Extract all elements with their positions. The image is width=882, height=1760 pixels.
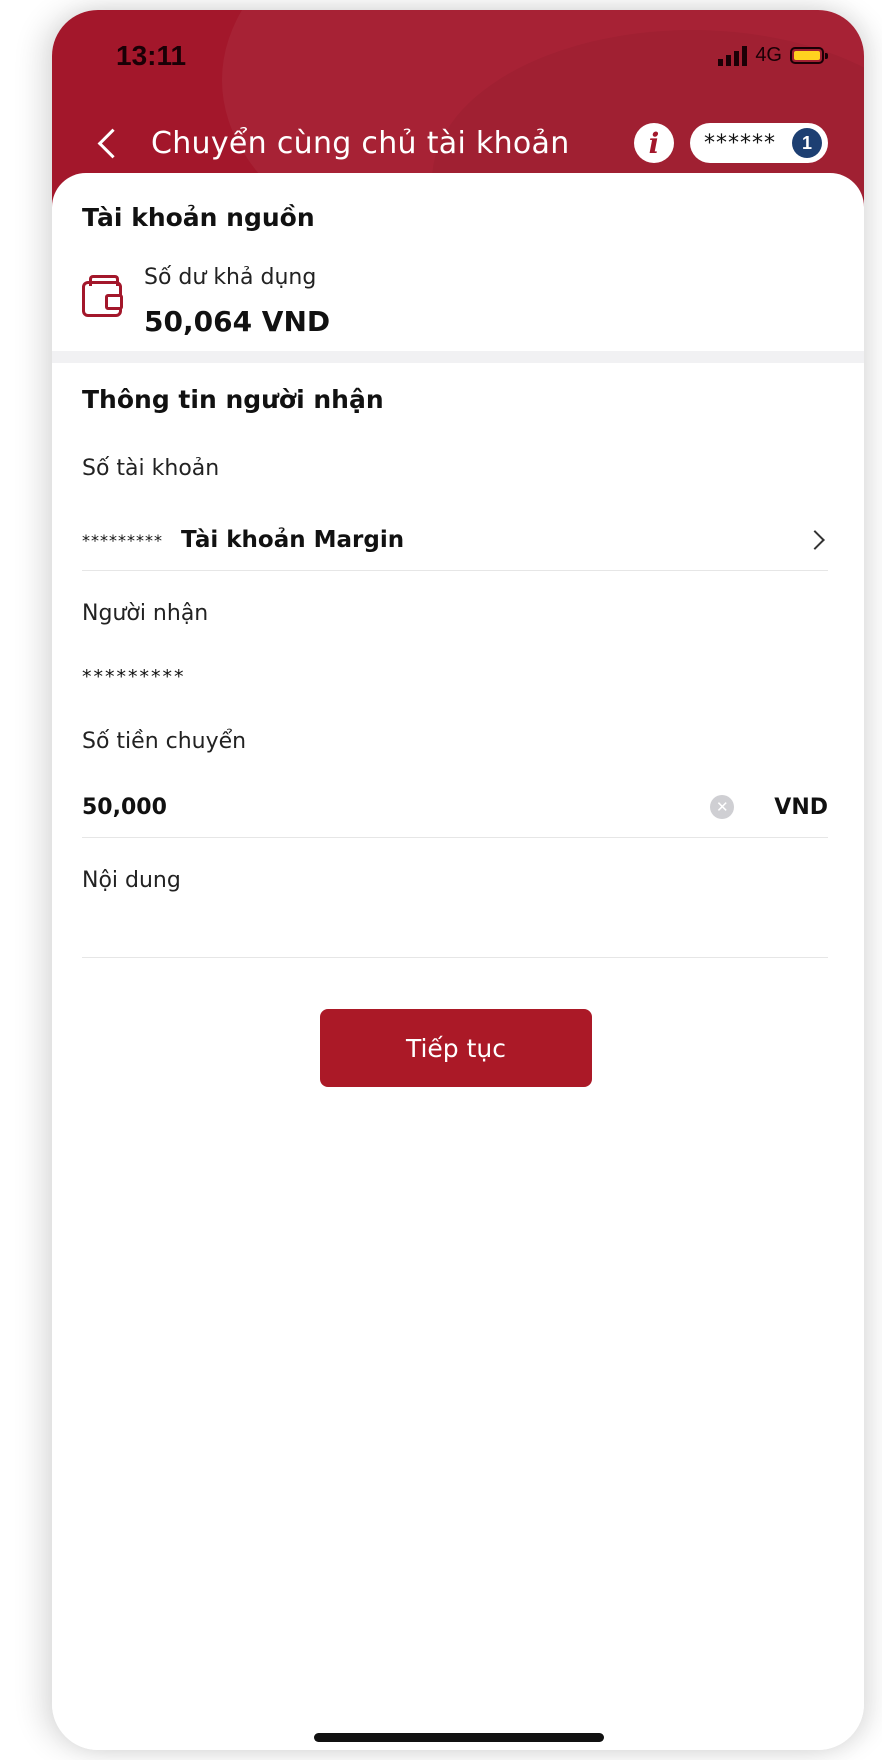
receiver-label: Người nhận: [82, 601, 209, 626]
amount-field[interactable]: 50,000 ✕ VND: [82, 785, 828, 829]
home-indicator[interactable]: [314, 1733, 604, 1742]
source-section-title: Tài khoản nguồn: [82, 203, 315, 232]
amount-label: Số tiền chuyển: [82, 729, 247, 754]
divider: [82, 837, 828, 838]
account-number-label: Số tài khoản: [82, 456, 220, 481]
back-arrow-icon[interactable]: [97, 128, 128, 158]
balance-label: Số dư khả dụng: [144, 265, 317, 290]
nav-bar: Chuyển cùng chủ tài khoản i ****** 1: [92, 118, 828, 168]
receiver-value-row: *********: [82, 657, 828, 697]
section-divider: [52, 351, 864, 363]
network-label: 4G: [755, 44, 782, 66]
page-title: Chuyển cùng chủ tài khoản: [151, 125, 570, 161]
account-type: Tài khoản Margin: [181, 527, 405, 553]
content-label: Nội dung: [82, 868, 181, 893]
recipient-section-title: Thông tin người nhận: [82, 385, 384, 414]
divider: [82, 570, 828, 571]
account-number-selector[interactable]: ********* Tài khoản Margin: [82, 515, 828, 565]
balance-value: 50,064 VND: [144, 305, 331, 338]
account-masked: ******: [704, 130, 776, 156]
continue-button[interactable]: Tiếp tục: [320, 1009, 592, 1087]
status-time: 13:11: [116, 40, 187, 71]
content-input[interactable]: [82, 908, 828, 952]
chevron-right-icon: [805, 530, 825, 550]
info-icon[interactable]: i: [634, 123, 674, 163]
signal-icon: [718, 45, 748, 66]
currency-label: VND: [774, 794, 828, 820]
divider: [82, 957, 828, 958]
account-selector[interactable]: ****** 1: [690, 123, 828, 163]
account-count-badge: 1: [792, 128, 822, 158]
wallet-icon: [82, 275, 123, 317]
amount-value[interactable]: 50,000: [82, 795, 710, 820]
phone-screen: 13:11 4G Chuyển cùng chủ tài khoản i ***…: [52, 10, 864, 1750]
clear-icon[interactable]: ✕: [710, 795, 735, 819]
content-sheet: Tài khoản nguồn Số dư khả dụng 50,064 VN…: [52, 173, 864, 1750]
account-number-masked: *********: [82, 530, 163, 550]
receiver-masked: *********: [82, 666, 186, 688]
status-indicators: 4G: [718, 44, 828, 67]
battery-icon: [790, 47, 828, 64]
